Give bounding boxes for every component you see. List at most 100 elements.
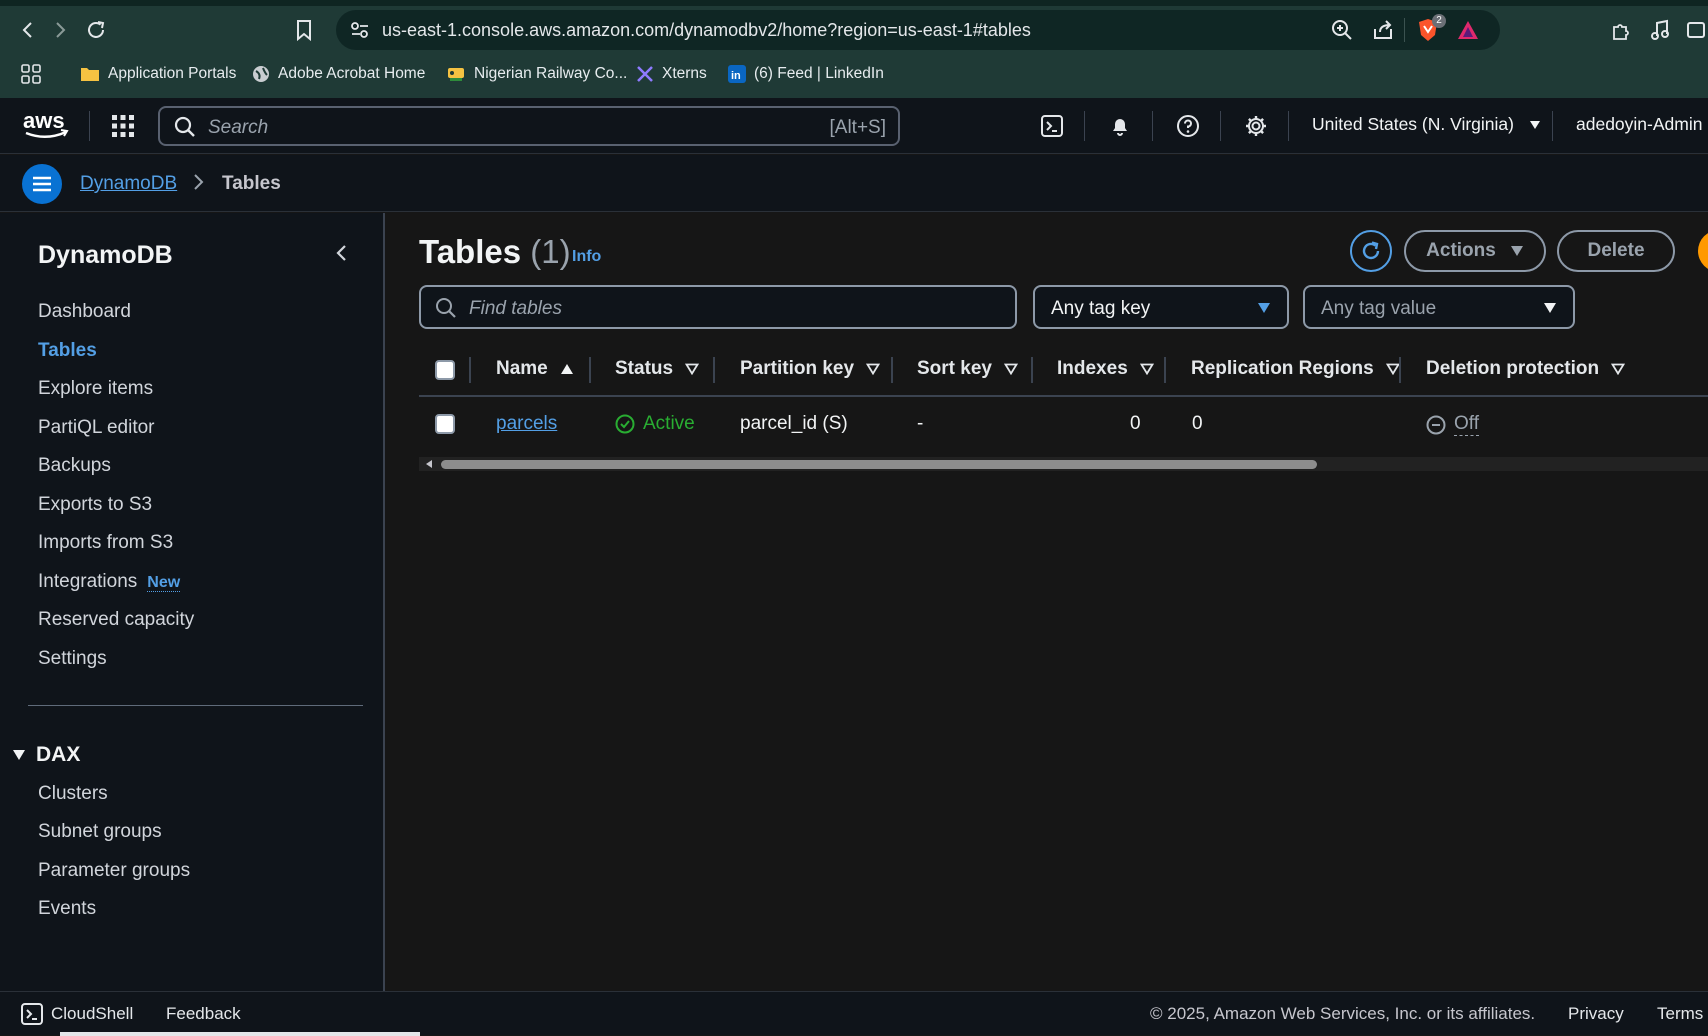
- scroll-left-icon[interactable]: [424, 459, 434, 469]
- create-table-button[interactable]: [1698, 230, 1708, 272]
- sidebar-title[interactable]: DynamoDB: [38, 241, 173, 270]
- extensions-icon[interactable]: [1606, 12, 1638, 48]
- sidebar-item-dashboard[interactable]: Dashboard: [38, 301, 131, 323]
- privacy-link[interactable]: Privacy: [1568, 1004, 1624, 1024]
- sidebar-item-explore-items[interactable]: Explore items: [38, 378, 153, 400]
- forward-icon[interactable]: [44, 12, 76, 48]
- scrollbar-thumb[interactable]: [441, 460, 1317, 469]
- find-tables-input[interactable]: Find tables: [419, 285, 1017, 329]
- brave-rewards-icon[interactable]: [1456, 19, 1480, 41]
- sidebar-divider: [28, 705, 363, 706]
- sidebar-item-subnet-groups[interactable]: Subnet groups: [38, 821, 162, 843]
- column-header-status[interactable]: Status: [615, 358, 700, 380]
- search-input[interactable]: Search [Alt+S]: [158, 106, 900, 146]
- settings-gear-icon[interactable]: [1240, 110, 1272, 142]
- address-bar[interactable]: us-east-1.console.aws.amazon.com/dynamod…: [336, 10, 1500, 50]
- refresh-button[interactable]: [1350, 230, 1392, 272]
- column-header-name[interactable]: Name: [496, 358, 574, 380]
- cloudshell-footer-icon[interactable]: [20, 1002, 44, 1026]
- browser-toolbar: us-east-1.console.aws.amazon.com/dynamod…: [0, 0, 1708, 98]
- search-shortcut: [Alt+S]: [829, 117, 887, 138]
- sidebar-item-integrations[interactable]: Integrations New: [38, 571, 181, 593]
- column-label: Status: [615, 358, 674, 379]
- sidebar-item-settings[interactable]: Settings: [38, 648, 107, 670]
- tag-value-select[interactable]: Any tag value: [1303, 285, 1575, 329]
- row-select-checkbox[interactable]: [435, 414, 455, 434]
- divider: [1552, 111, 1553, 141]
- zoom-icon[interactable]: [1331, 19, 1353, 41]
- search-icon: [435, 297, 457, 319]
- apps-grid-icon[interactable]: [20, 60, 42, 88]
- sidebar-item-reserved-capacity[interactable]: Reserved capacity: [38, 609, 194, 631]
- sidebar-toggle-icon[interactable]: [1680, 12, 1708, 48]
- sort-key-cell: -: [917, 413, 924, 434]
- breadcrumb-dynamodb-link[interactable]: DynamoDB: [80, 173, 177, 195]
- back-icon[interactable]: [12, 12, 44, 48]
- site-settings-icon[interactable]: [350, 21, 370, 39]
- sidebar-item-events[interactable]: Events: [38, 898, 96, 920]
- notifications-bell-icon[interactable]: [1104, 110, 1136, 142]
- column-header-sort-key[interactable]: Sort key: [917, 358, 1018, 380]
- search-icon: [174, 116, 196, 138]
- railway-logo-icon: [446, 64, 466, 84]
- sidebar-item-tables[interactable]: Tables: [38, 340, 97, 362]
- cloudshell-link[interactable]: CloudShell: [51, 1004, 133, 1024]
- collapse-sidebar-icon[interactable]: [334, 243, 348, 263]
- bookmark-application-portals[interactable]: Application Portals: [80, 60, 236, 88]
- tag-key-select[interactable]: Any tag key: [1033, 285, 1289, 329]
- account-menu[interactable]: adedoyin-Admin: [1576, 114, 1702, 135]
- column-header-partition-key[interactable]: Partition key: [740, 358, 881, 380]
- side-navigation-toggle[interactable]: [22, 164, 62, 204]
- divider: [1288, 111, 1289, 141]
- column-header-replication-regions[interactable]: Replication Regions: [1191, 358, 1400, 380]
- sidebar-item-backups[interactable]: Backups: [38, 455, 111, 477]
- share-icon[interactable]: [1372, 19, 1394, 41]
- sidebar-item-clusters[interactable]: Clusters: [38, 783, 108, 805]
- sidebar-section-dax[interactable]: DAX: [12, 743, 80, 767]
- services-grid-icon[interactable]: [107, 110, 139, 142]
- help-icon[interactable]: [1172, 110, 1204, 142]
- find-tables-placeholder: Find tables: [469, 298, 562, 319]
- status-text: Active: [643, 413, 695, 434]
- sidebar-item-partiql-editor[interactable]: PartiQL editor: [38, 417, 155, 439]
- bookmark-xterns[interactable]: Xterns: [636, 60, 707, 88]
- sidebar-item-parameter-groups[interactable]: Parameter groups: [38, 860, 190, 882]
- media-icon[interactable]: [1644, 12, 1676, 48]
- column-header-indexes[interactable]: Indexes: [1057, 358, 1154, 380]
- terms-link[interactable]: Terms: [1657, 1004, 1703, 1024]
- table-name-link[interactable]: parcels: [496, 413, 557, 435]
- bookmark-adobe-acrobat[interactable]: Adobe Acrobat Home: [252, 60, 425, 88]
- aws-top-nav: aws Search [Alt+S] United States (N. Vir…: [0, 98, 1708, 154]
- info-link[interactable]: Info: [572, 248, 601, 266]
- reload-icon[interactable]: [80, 12, 112, 48]
- console-footer: CloudShell Feedback © 2025, Amazon Web S…: [0, 991, 1708, 1036]
- bookmark-linkedin[interactable]: in (6) Feed | LinkedIn: [728, 60, 884, 88]
- side-navigation: DynamoDB Dashboard Tables Explore items …: [0, 213, 385, 991]
- url-text: us-east-1.console.aws.amazon.com/dynamod…: [382, 20, 1031, 40]
- region-selector[interactable]: United States (N. Virginia): [1312, 114, 1541, 135]
- breadcrumb: DynamoDB Tables: [0, 155, 1708, 212]
- column-divider: [469, 357, 471, 383]
- select-all-checkbox[interactable]: [435, 360, 455, 380]
- column-divider: [713, 357, 715, 383]
- deletion-protection-text: Off: [1454, 413, 1479, 436]
- aws-logo[interactable]: aws: [22, 108, 70, 142]
- sidebar-item-imports-from-s3[interactable]: Imports from S3: [38, 532, 173, 554]
- breadcrumb-current: Tables: [222, 173, 281, 194]
- column-label: Sort key: [917, 358, 992, 379]
- sidebar-item-exports-to-s3[interactable]: Exports to S3: [38, 494, 152, 516]
- divider: [1404, 18, 1405, 42]
- bookmark-label: (6) Feed | LinkedIn: [754, 65, 884, 82]
- delete-button[interactable]: Delete: [1557, 230, 1675, 272]
- minus-circle-icon: [1426, 415, 1446, 435]
- sidebar-item-label: Integrations: [38, 571, 138, 592]
- column-header-deletion-protection[interactable]: Deletion protection: [1426, 358, 1626, 380]
- feedback-link[interactable]: Feedback: [166, 1004, 241, 1024]
- cloudshell-icon[interactable]: [1036, 110, 1068, 142]
- bookmark-icon[interactable]: [288, 12, 320, 48]
- horizontal-scrollbar[interactable]: [419, 457, 1708, 471]
- footer-underline: [60, 1032, 420, 1036]
- bookmark-nigerian-railway[interactable]: Nigerian Railway Co...: [446, 60, 627, 88]
- column-label: Indexes: [1057, 358, 1128, 379]
- actions-button[interactable]: Actions: [1404, 230, 1546, 272]
